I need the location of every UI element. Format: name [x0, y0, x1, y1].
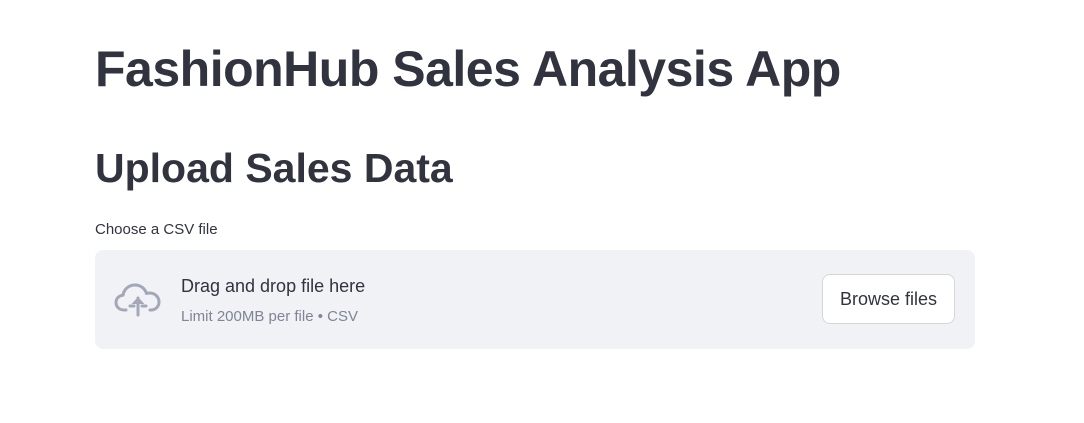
browse-files-button[interactable]: Browse files: [822, 274, 955, 324]
cloud-upload-icon: [114, 280, 162, 318]
dropzone-limit-text: Limit 200MB per file • CSV: [181, 308, 358, 325]
page-title: FashionHub Sales Analysis App: [95, 41, 841, 97]
file-dropzone[interactable]: Drag and drop file here Limit 200MB per …: [95, 250, 975, 349]
file-uploader-label: Choose a CSV file: [95, 221, 218, 238]
dropzone-instruction: Drag and drop file here: [181, 276, 366, 296]
section-heading: Upload Sales Data: [95, 145, 453, 191]
